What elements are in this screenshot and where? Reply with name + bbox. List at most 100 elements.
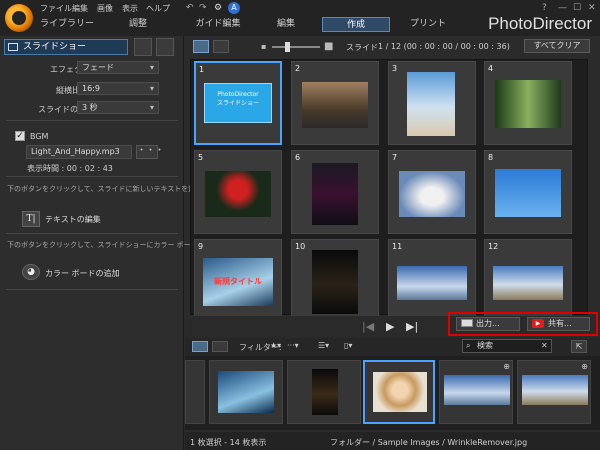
- clear-search-icon[interactable]: ✕: [541, 341, 548, 350]
- slide-thumbnail: [312, 250, 358, 314]
- slide-thumbnail: [495, 80, 561, 128]
- slide-thumbnail: [493, 266, 563, 300]
- slideshow-icon: [8, 43, 18, 51]
- slide-thumbnail: [397, 266, 467, 300]
- zoom-out-icon[interactable]: ▪: [261, 42, 266, 51]
- clear-all-button[interactable]: すべてクリア: [524, 39, 590, 53]
- slide-thumbnail: [399, 171, 465, 217]
- export-icon[interactable]: ⇱: [571, 340, 587, 353]
- slide-3[interactable]: 3: [388, 61, 476, 145]
- tab-guided-edit[interactable]: ガイド編集: [188, 17, 248, 32]
- palette-icon[interactable]: ◕: [22, 264, 40, 280]
- list-view-icon[interactable]: [212, 341, 228, 352]
- zoom-slider-handle[interactable]: [285, 42, 290, 52]
- slide-length-select[interactable]: 3 秒: [77, 101, 159, 114]
- menu-image[interactable]: 画像: [97, 3, 113, 14]
- slide-number: 3: [392, 64, 398, 73]
- film-thumb[interactable]: [287, 360, 361, 424]
- panel-header-slideshow[interactable]: スライドショー: [4, 39, 128, 55]
- sort-icon[interactable]: ☰▾: [318, 341, 329, 350]
- bgm-browse-button[interactable]: ・・・: [136, 145, 164, 159]
- slide-counter: 1 / 12 (00 : 00 : 00 / 00 : 00 : 36): [378, 42, 510, 51]
- slide-thumbnail: [302, 82, 368, 128]
- film-thumb[interactable]: ⊕: [439, 360, 513, 424]
- more-filter-icon[interactable]: ···▾: [287, 341, 299, 350]
- redo-icon[interactable]: ↷: [199, 3, 207, 13]
- slide-7[interactable]: 7: [388, 150, 476, 234]
- slide-thumbnail: PhotoDirector スライドショー: [204, 83, 272, 123]
- view-grid-icon[interactable]: [193, 40, 209, 53]
- menu-edit[interactable]: 編集: [72, 3, 88, 14]
- text-edit-button[interactable]: テキストの編集: [45, 214, 101, 225]
- output-button[interactable]: 出力...: [456, 317, 520, 331]
- slide-4[interactable]: 4: [484, 61, 572, 145]
- slide-6[interactable]: 6: [291, 150, 379, 234]
- menu-view[interactable]: 表示: [122, 3, 138, 14]
- help-icon[interactable]: ?: [542, 3, 547, 13]
- slide-number: 10: [295, 242, 306, 251]
- previous-slide-icon[interactable]: |◀: [362, 320, 374, 333]
- view-single-icon[interactable]: [213, 40, 229, 53]
- search-icon: ⌕: [466, 341, 471, 350]
- share-button[interactable]: ▶ 共有...: [527, 317, 590, 331]
- tab-edit[interactable]: 編集: [268, 17, 304, 32]
- panorama-badge-icon: ⊕: [581, 362, 588, 371]
- account-icon[interactable]: A: [228, 2, 240, 14]
- tab-print[interactable]: プリント: [408, 17, 448, 32]
- slide-thumbnail: [407, 72, 455, 136]
- zoom-in-icon[interactable]: ■: [324, 41, 333, 52]
- share-button-label: 共有...: [548, 319, 572, 328]
- slide-label: スライド: [346, 43, 378, 52]
- divider: [6, 233, 178, 234]
- slide-12[interactable]: 12: [484, 239, 572, 323]
- film-thumb[interactable]: ⊕: [517, 360, 591, 424]
- film-thumbnail-image: [312, 369, 338, 415]
- search-input[interactable]: 検索: [462, 339, 552, 353]
- bgm-file-field[interactable]: Light_And_Happy.mp3: [26, 145, 132, 159]
- close-icon[interactable]: ✕: [588, 3, 596, 13]
- slide-10[interactable]: 10: [291, 239, 379, 323]
- slide-9[interactable]: 9 新規タイトル: [194, 239, 282, 323]
- film-thumb[interactable]: [185, 360, 205, 424]
- film-thumbnail-image: [444, 375, 510, 405]
- color-board-button[interactable]: カラー ボードの追加: [45, 268, 120, 279]
- panorama-badge-icon: ⊕: [503, 362, 510, 371]
- slide-2[interactable]: 2: [291, 61, 379, 145]
- page-icon[interactable]: ▯▾: [344, 341, 352, 350]
- rating-filter-icon[interactable]: ★▾: [270, 341, 281, 350]
- undo-icon[interactable]: ↶: [186, 3, 194, 13]
- aspect-ratio-select[interactable]: 16:9: [77, 82, 159, 95]
- text-edit-icon[interactable]: T|: [22, 211, 40, 227]
- filmstrip-view-icon[interactable]: [192, 341, 208, 352]
- bgm-checkbox[interactable]: ✓: [15, 131, 25, 141]
- settings-gear-icon[interactable]: ⚙: [214, 3, 222, 13]
- youtube-icon: ▶: [532, 319, 544, 328]
- app-logo-icon: [5, 4, 33, 32]
- tab-adjust[interactable]: 調整: [118, 17, 158, 32]
- image-settings-icon[interactable]: [156, 38, 174, 56]
- slide-5[interactable]: 5: [194, 150, 282, 234]
- film-thumb-selected[interactable]: [363, 360, 435, 424]
- zoom-slider[interactable]: [272, 46, 320, 48]
- slide-number: 7: [392, 153, 398, 162]
- slide-11[interactable]: 11: [388, 239, 476, 323]
- slide-number: 5: [198, 153, 204, 162]
- folder-path: フォルダー / Sample Images / WrinkleRemover.j…: [330, 438, 528, 447]
- slide-8[interactable]: 8: [484, 150, 572, 234]
- template-icon[interactable]: [134, 38, 152, 56]
- slide-1[interactable]: 1 PhotoDirector スライドショー: [194, 61, 282, 145]
- slide-thumbnail: [205, 171, 271, 217]
- menu-file[interactable]: ファイル: [40, 3, 72, 14]
- tab-create[interactable]: 作成: [322, 17, 390, 32]
- brand-name: PhotoDirector: [488, 14, 592, 33]
- divider: [6, 120, 178, 121]
- menu-help[interactable]: ヘルプ: [146, 3, 170, 14]
- film-thumb[interactable]: [209, 360, 283, 424]
- maximize-icon[interactable]: ☐: [573, 3, 581, 13]
- effect-select[interactable]: フェード: [77, 61, 159, 74]
- minimize-icon[interactable]: —: [558, 3, 567, 13]
- next-slide-icon[interactable]: ▶|: [406, 320, 418, 333]
- tab-library[interactable]: ライブラリー: [38, 17, 96, 32]
- play-icon[interactable]: ▶: [386, 320, 394, 333]
- slide-thumbnail: [495, 169, 561, 217]
